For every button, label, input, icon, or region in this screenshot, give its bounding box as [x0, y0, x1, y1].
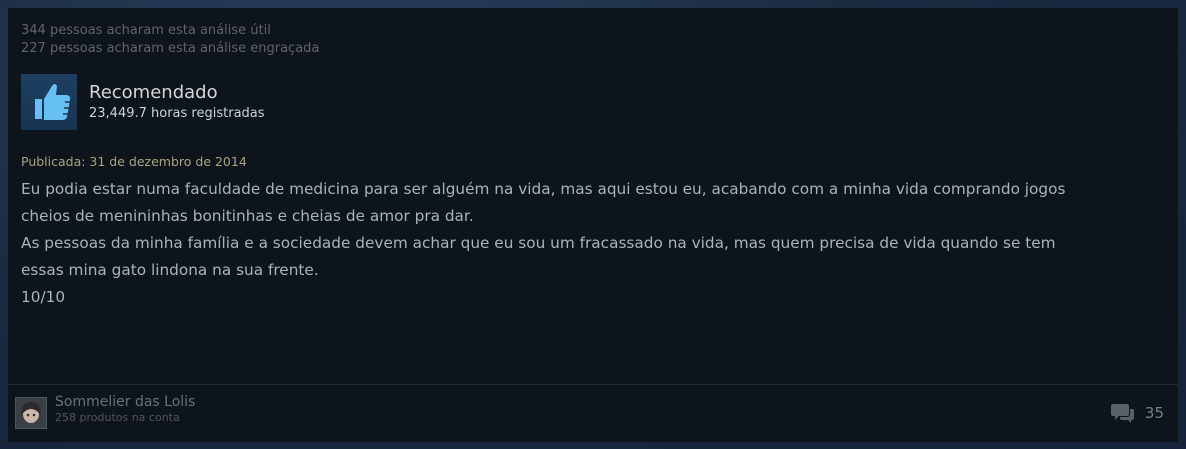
avatar[interactable] [15, 397, 47, 429]
comments-link[interactable]: 35 [1110, 402, 1164, 424]
review-body-line: 10/10 [21, 288, 66, 306]
review-card: 344 pessoas acharam esta análise útil 22… [8, 8, 1178, 442]
hours-played: 23,449.7 horas registradas [89, 106, 265, 121]
review-body: Eu podia estar numa faculdade de medicin… [21, 176, 1171, 311]
review-body-line: essas mina gato lindona na sua frente. [21, 261, 319, 279]
comments-count: 35 [1144, 404, 1164, 422]
review-body-line: As pessoas da minha família e a sociedad… [21, 234, 1056, 252]
helpful-text: 344 pessoas acharam esta análise útil [21, 23, 271, 38]
helpful-counts: 344 pessoas acharam esta análise útil 22… [21, 22, 319, 58]
funny-text: 227 pessoas acharam esta análise engraça… [21, 41, 320, 56]
comments-icon [1110, 402, 1135, 424]
recommended-title[interactable]: Recomendado [89, 82, 218, 104]
posted-date: Publicada: 31 de dezembro de 2014 [21, 154, 247, 169]
review-body-line: Eu podia estar numa faculdade de medicin… [21, 180, 1066, 198]
author-name[interactable]: Sommelier das Lolis [55, 393, 195, 411]
divider [8, 384, 1178, 385]
review-body-line: cheios de menininhas bonitinhas e cheias… [21, 207, 474, 225]
author-products: 258 produtos na conta [55, 411, 180, 424]
thumbs-up-icon[interactable] [21, 74, 77, 130]
